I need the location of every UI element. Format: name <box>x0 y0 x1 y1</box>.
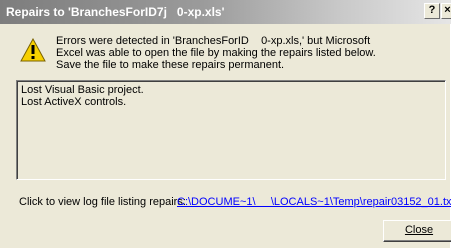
close-button-label: Close <box>404 224 434 236</box>
title-bar[interactable]: Repairs to 'BranchesForID7j 0-xp.xls' ? … <box>0 0 451 24</box>
log-file-label: Click to view log file listing repairs: <box>19 196 186 208</box>
error-message: Errors were detected in 'BranchesForID 0… <box>56 35 446 71</box>
warning-icon <box>20 38 46 62</box>
repairs-list[interactable]: Lost Visual Basic project. Lost ActiveX … <box>16 80 446 180</box>
message-line-2: Excel was able to open the file by makin… <box>56 47 376 59</box>
dialog-title: Repairs to 'BranchesForID7j 0-xp.xls' <box>6 5 225 19</box>
log-file-link[interactable]: C:\DOCUME~1\ \LOCALS~1\Temp\repair03152_… <box>177 196 451 208</box>
message-line-3: Save the file to make these repairs perm… <box>56 59 285 71</box>
list-item: Lost ActiveX controls. <box>21 96 127 108</box>
close-button[interactable]: Close <box>383 220 451 242</box>
repairs-dialog: Repairs to 'BranchesForID7j 0-xp.xls' ? … <box>0 0 451 248</box>
help-button[interactable]: ? <box>424 3 440 19</box>
title-close-button[interactable]: × <box>441 3 451 19</box>
message-line-1: Errors were detected in 'BranchesForID 0… <box>56 35 371 47</box>
list-item: Lost Visual Basic project. <box>21 84 144 96</box>
